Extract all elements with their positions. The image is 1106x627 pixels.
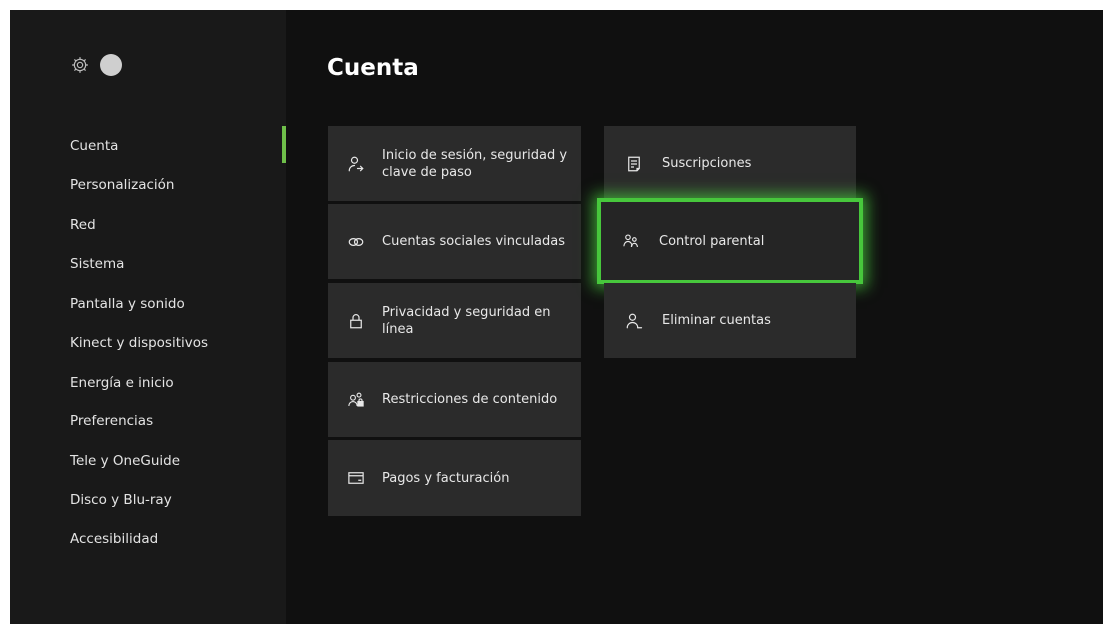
credit-card-icon <box>348 472 364 484</box>
sidebar-item-pantalla-y-sonido[interactable]: Pantalla y sonido <box>70 295 185 313</box>
tile-label: Control parental <box>659 233 765 249</box>
sidebar-item-preferencias[interactable]: Preferencias <box>70 412 153 430</box>
sidebar-header <box>70 53 122 77</box>
tile-cuentas-sociales[interactable]: Cuentas sociales vinculadas <box>328 204 581 279</box>
tile-privacidad[interactable]: Privacidad y seguridad en línea <box>328 283 581 358</box>
tile-label: Privacidad y seguridad en línea <box>382 304 551 337</box>
linked-rings-icon <box>348 237 364 246</box>
tile-restricciones[interactable]: Restricciones de contenido <box>328 362 581 437</box>
tile-label: Eliminar cuentas <box>662 313 771 328</box>
sidebar-item-disco-y-blu-ray[interactable]: Disco y Blu-ray <box>70 491 172 509</box>
active-nav-indicator <box>282 126 286 163</box>
tile-label: Restricciones de contenido <box>382 392 558 407</box>
gear-icon[interactable] <box>70 55 90 75</box>
tile-label: Pagos y facturación <box>382 470 510 486</box>
tile-control-parental[interactable]: Control parental <box>597 198 863 284</box>
tile-label: Inicio de sesión, seguridad y clave de p… <box>382 147 568 180</box>
sidebar-item-sistema[interactable]: Sistema <box>70 255 124 273</box>
tile-inicio-de-sesion[interactable]: Inicio de sesión, seguridad y clave de p… <box>328 126 581 201</box>
tile-eliminar-cuentas[interactable]: Eliminar cuentas <box>604 283 856 358</box>
people-lock-icon <box>348 392 364 407</box>
avatar[interactable] <box>100 54 122 76</box>
sidebar-item-kinect-y-dispositivos[interactable]: Kinect y dispositivos <box>70 334 208 352</box>
tile-suscripciones[interactable]: Suscripciones <box>604 126 856 201</box>
sidebar-item-red[interactable]: Red <box>70 216 96 234</box>
sidebar: Cuenta Personalización Red Sistema Panta… <box>10 10 286 624</box>
sidebar-item-accesibilidad[interactable]: Accesibilidad <box>70 530 158 548</box>
tile-label: Cuentas sociales vinculadas <box>382 234 565 249</box>
page-title: Cuenta <box>327 55 419 81</box>
lock-icon <box>350 313 362 328</box>
tile-label: Suscripciones <box>662 156 752 171</box>
sidebar-item-energia-e-inicio[interactable]: Energía e inicio <box>70 374 174 392</box>
sidebar-item-tele-y-oneguide[interactable]: Tele y OneGuide <box>70 452 180 470</box>
subscriptions-icon <box>628 156 640 171</box>
person-sign-in-icon <box>348 156 364 171</box>
sidebar-item-personalizacion[interactable]: Personalización <box>70 176 175 194</box>
xbox-settings-screen: Cuenta Personalización Red Sistema Panta… <box>10 10 1103 624</box>
family-icon <box>623 234 638 248</box>
sidebar-item-cuenta[interactable]: Cuenta <box>70 137 118 155</box>
remove-person-icon <box>626 313 643 328</box>
tile-pagos[interactable]: Pagos y facturación <box>328 440 581 516</box>
